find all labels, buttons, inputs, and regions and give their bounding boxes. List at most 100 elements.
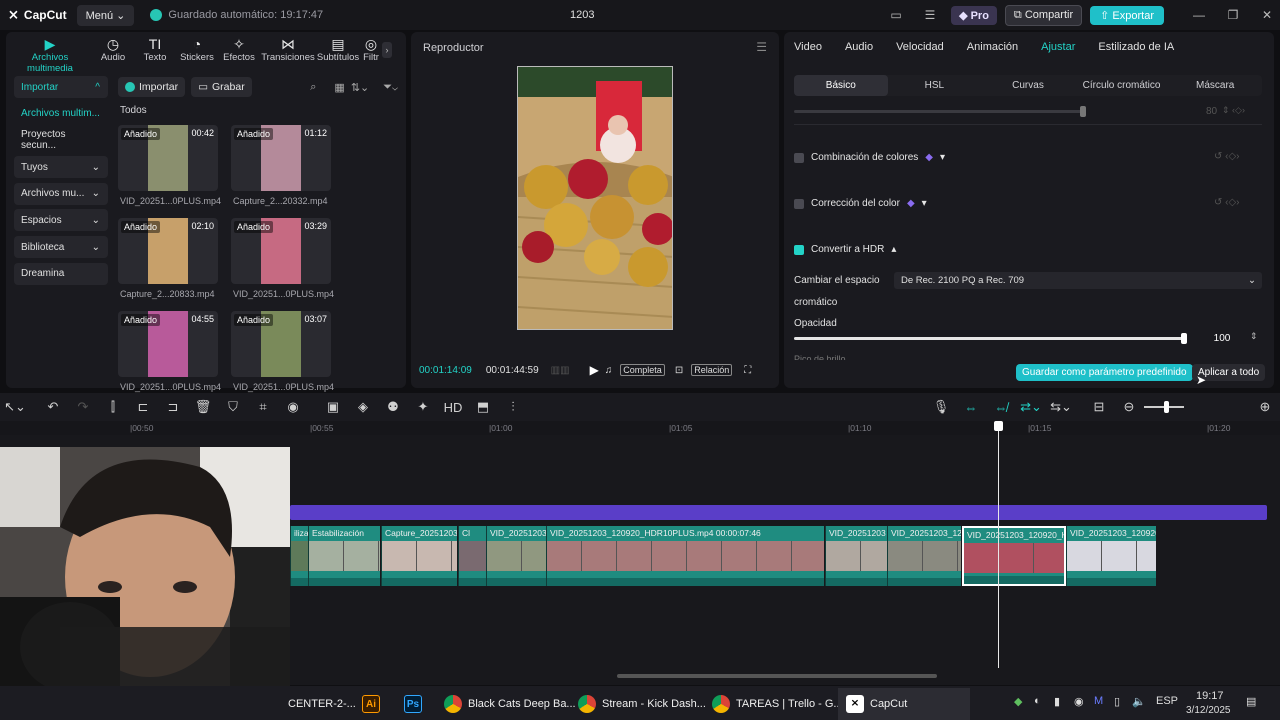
timeline-scrollbar[interactable] <box>617 674 937 678</box>
restore-icon[interactable]: ❐ <box>1220 8 1246 22</box>
zoom-out-icon[interactable]: ⊖ <box>1114 399 1144 415</box>
sidebar-item-sub-projects[interactable]: Proyectos secun... <box>14 129 108 151</box>
stepper-icon[interactable]: ⇕ <box>1250 331 1258 342</box>
export-frame-icon[interactable]: ⬒ <box>468 399 498 415</box>
chevron-down-icon[interactable]: ▾ <box>940 152 945 163</box>
preview-axis-icon[interactable]: ⇄⌄ <box>1016 399 1046 415</box>
timeline-clip[interactable]: VID_20251203 <box>486 526 546 586</box>
zoom-knob[interactable] <box>1164 401 1169 413</box>
media-thumbnail[interactable]: Añadido 01:12 <box>231 125 331 191</box>
reset-keyframe-icon[interactable]: ↺ ‹◇› <box>1214 151 1240 162</box>
tab-transitions[interactable]: ⋈ Transiciones <box>260 36 316 70</box>
timeline-clip[interactable]: Cl <box>458 526 486 586</box>
taskbar-item-chrome-3[interactable]: TAREAS | Trello - G... <box>712 692 843 716</box>
grid-view-icon[interactable]: ▦ <box>334 81 344 94</box>
notification-icon[interactable]: ▤ <box>1246 695 1256 708</box>
media-thumbnail[interactable]: Añadido 02:10 <box>118 218 218 284</box>
snapshot-icon[interactable]: ⊡ <box>675 365 683 376</box>
app-tray-icon[interactable]: M <box>1094 695 1103 707</box>
tab-media[interactable]: ▶ Archivos multimedia <box>8 36 92 74</box>
subtab-curves[interactable]: Curvas <box>981 80 1075 91</box>
shield-icon[interactable]: ⛉ <box>218 399 248 415</box>
tab-ai-style[interactable]: Estilizado de IA <box>1098 41 1174 53</box>
top-slider-track[interactable] <box>794 110 1084 113</box>
split-icon[interactable]: ⫿ <box>98 399 128 415</box>
taskbar-item-center[interactable]: CENTER-2-... <box>288 692 356 716</box>
ratio-button[interactable]: Relación <box>691 364 733 376</box>
redo-icon[interactable]: ↷ <box>68 399 98 415</box>
layout-icon[interactable]: ▭ <box>883 8 909 22</box>
opacity-value[interactable]: 100 <box>1204 331 1240 346</box>
share-button[interactable]: ⧉ Compartir <box>1004 4 1083 26</box>
split-right-icon[interactable]: ⊐ <box>158 399 188 415</box>
color-correction-checkbox[interactable] <box>794 198 804 209</box>
playhead[interactable] <box>998 424 999 668</box>
sort-icon[interactable]: ⇅⌄ <box>351 81 369 94</box>
filter-icon[interactable]: ⏷⌄ <box>383 81 398 94</box>
sidebar-item-dreamina[interactable]: Dreamina <box>14 262 108 285</box>
timeline-ruler[interactable]: |00:50 |00:55 |01:00 |01:05 |01:10 |01:1… <box>0 421 1280 435</box>
taskbar-item-photoshop[interactable]: Ps <box>404 692 422 716</box>
subtab-hsl[interactable]: HSL <box>888 80 982 91</box>
link-main-track-icon[interactable]: ⇔ <box>956 400 986 415</box>
shortcuts-icon[interactable]: ☰ <box>917 8 943 22</box>
subtab-color-wheel[interactable]: Círculo cromático <box>1075 80 1169 91</box>
clock-time[interactable]: 19:17 <box>1196 690 1224 702</box>
hdr-checkbox[interactable] <box>794 244 804 255</box>
subtab-mask[interactable]: Máscara <box>1168 80 1262 91</box>
play-icon[interactable]: ▶ <box>590 363 599 377</box>
taskbar-item-illustrator[interactable]: Ai <box>362 692 380 716</box>
color-match-checkbox[interactable] <box>794 152 804 163</box>
taskbar-item-capcut[interactable]: ⨯ CapCut <box>838 688 970 720</box>
tab-text[interactable]: TI Texto <box>134 36 176 70</box>
timeline-clip[interactable]: VID_20251203_120 <box>887 526 961 586</box>
media-thumbnail[interactable]: Añadido 00:42 <box>118 125 218 191</box>
playhead-handle[interactable] <box>994 421 1003 431</box>
tab-audio[interactable]: Audio <box>845 41 873 53</box>
chevron-down-icon[interactable]: ▾ <box>922 198 927 209</box>
microphone-icon[interactable]: 🎙 <box>926 399 956 415</box>
sidebar-item-media-files-2[interactable]: Archivos mu... ⌄ <box>14 182 108 205</box>
crop-icon[interactable]: ⌗ <box>248 399 278 415</box>
record-button[interactable]: ▭ Grabar <box>191 77 252 97</box>
timeline-clip[interactable]: VID_20251203 <box>825 526 887 586</box>
media-thumbnail[interactable]: Añadido 03:29 <box>231 218 331 284</box>
color-space-select[interactable]: De Rec. 2100 PQ a Rec. 709 ⌄ <box>894 272 1262 289</box>
save-preset-button[interactable]: Guardar como parámetro predefinido <box>1016 364 1193 381</box>
player-menu-icon[interactable]: ☰ <box>756 40 767 54</box>
tray-icon[interactable]: ◐ <box>1034 695 1041 707</box>
subtab-basic[interactable]: Básico <box>794 75 888 96</box>
video-preview[interactable] <box>517 66 673 330</box>
pro-button[interactable]: ◆ Pro <box>951 5 997 25</box>
select-tool-icon[interactable]: ↖⌄ <box>0 399 30 415</box>
tab-video[interactable]: Video <box>794 41 822 53</box>
tab-speed[interactable]: Velocidad <box>896 41 944 53</box>
delete-icon[interactable]: 🗑 <box>188 399 218 415</box>
sidebar-item-library[interactable]: Biblioteca ⌄ <box>14 236 108 259</box>
shield-tray-icon[interactable]: ◉ <box>1074 695 1084 708</box>
top-slider-knob[interactable] <box>1080 106 1086 117</box>
minimize-icon[interactable]: — <box>1186 8 1212 22</box>
speed-icon[interactable]: ◉ <box>278 399 308 415</box>
battery-icon[interactable]: ▯ <box>1114 695 1120 708</box>
language-indicator[interactable]: ESP <box>1156 695 1178 707</box>
volume-icon[interactable]: 🔈 <box>1132 695 1146 708</box>
sidebar-item-media-files[interactable]: Archivos multim... <box>14 103 108 125</box>
sidebar-item-spaces[interactable]: Espacios ⌄ <box>14 209 108 232</box>
replace-icon[interactable]: ⇆⌄ <box>1046 399 1076 415</box>
timeline-clip[interactable]: ilizac <box>290 526 308 586</box>
snap-icon[interactable]: ⇎ <box>986 400 1016 415</box>
timeline-clip[interactable]: VID_20251203_120920_HDR10PLUS.mp4 00:00:… <box>546 526 824 586</box>
audio-toggle-icon[interactable]: ♫ <box>605 365 613 376</box>
image-edit-icon[interactable]: ▣ <box>318 399 348 415</box>
transform-icon[interactable]: ◈ <box>348 399 378 415</box>
person-icon[interactable]: ⚉ <box>378 399 408 415</box>
media-thumbnail[interactable]: Añadido 04:55 <box>118 311 218 377</box>
split-left-icon[interactable]: ⊏ <box>128 399 158 415</box>
audio-levels-icon[interactable]: ⫶ <box>498 399 528 415</box>
import-button[interactable]: Importar <box>118 77 186 97</box>
taskbar-item-chrome-1[interactable]: Black Cats Deep Ba... <box>444 692 576 716</box>
chevron-up-icon[interactable]: ▴ <box>891 244 896 255</box>
full-quality-button[interactable]: Completa <box>620 364 665 376</box>
zoom-in-icon[interactable]: ⊕ <box>1250 399 1280 415</box>
